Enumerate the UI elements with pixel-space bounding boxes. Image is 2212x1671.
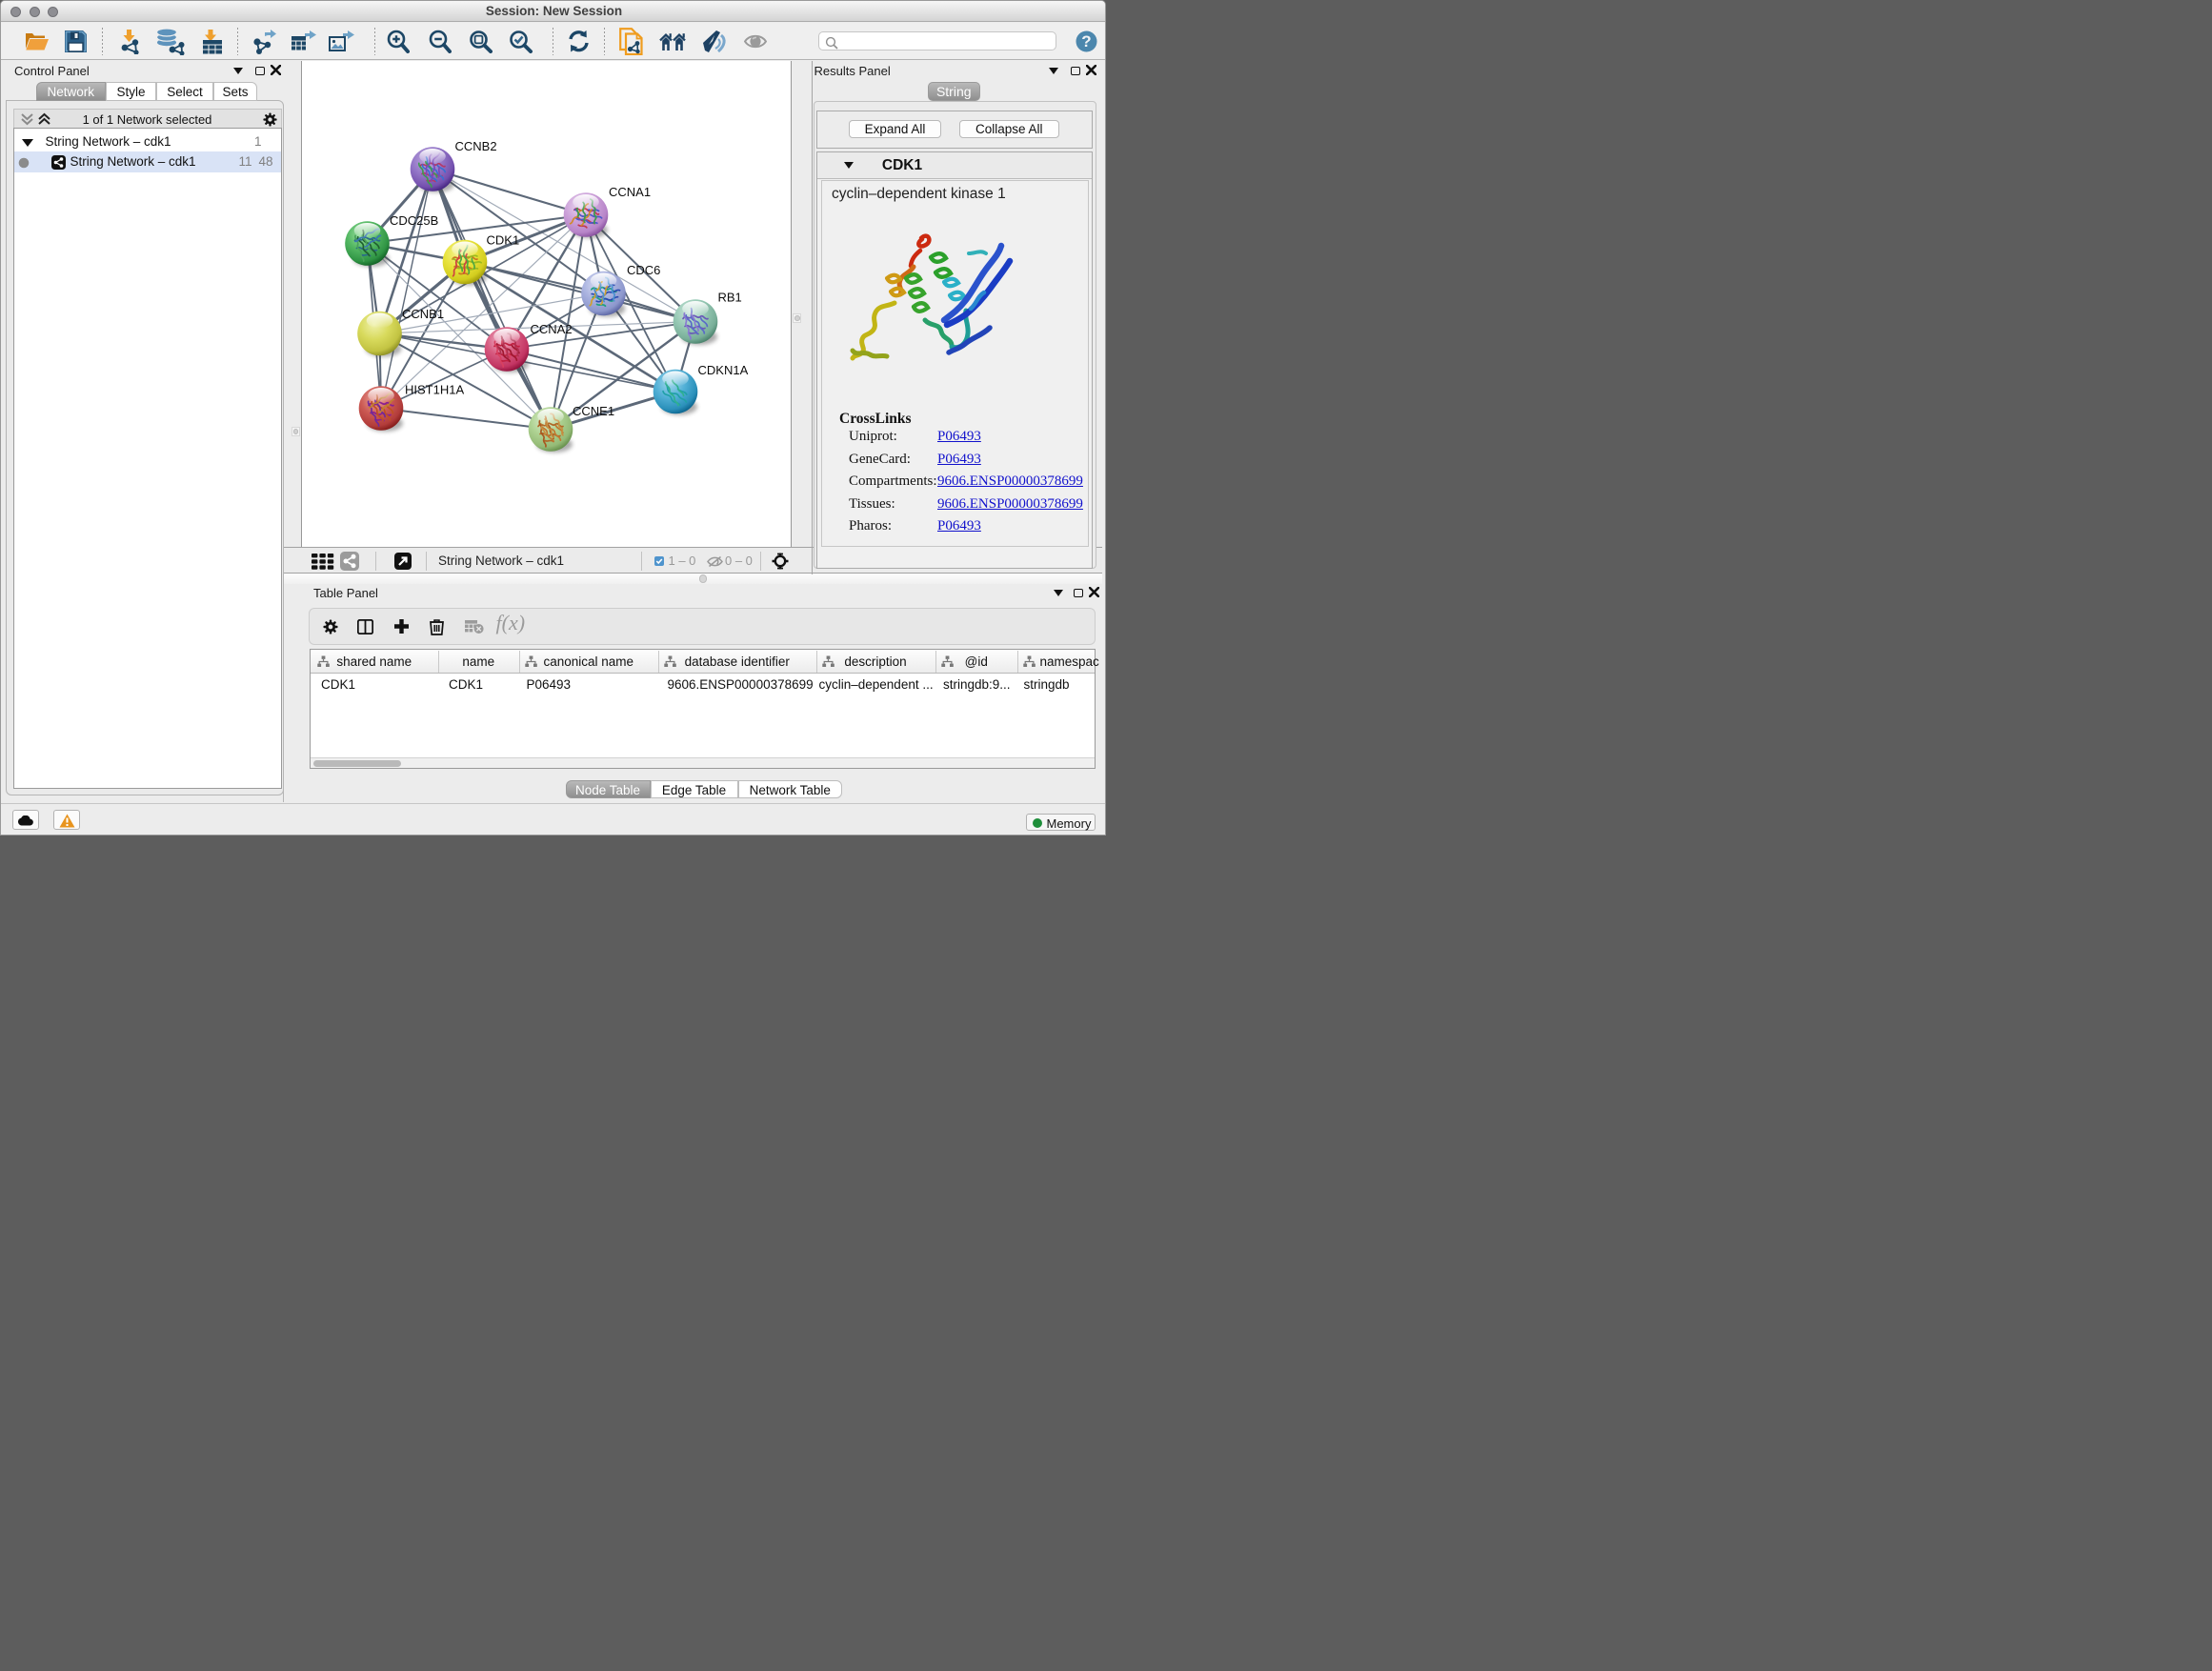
svg-text:CCNA2: CCNA2 bbox=[530, 322, 572, 336]
svg-text:CCNB1: CCNB1 bbox=[402, 307, 444, 321]
svg-text:CCNE1: CCNE1 bbox=[573, 404, 614, 418]
svg-text:RB1: RB1 bbox=[717, 290, 741, 304]
svg-text:HIST1H1A: HIST1H1A bbox=[405, 382, 464, 396]
svg-text:CDC25B: CDC25B bbox=[390, 213, 438, 228]
svg-text:CCNB2: CCNB2 bbox=[454, 139, 496, 153]
svg-text:CDK1: CDK1 bbox=[486, 232, 519, 247]
svg-text:CDC6: CDC6 bbox=[627, 263, 660, 277]
svg-text:CDKN1A: CDKN1A bbox=[697, 363, 748, 377]
svg-text:?: ? bbox=[1081, 32, 1091, 50]
svg-text:CCNA1: CCNA1 bbox=[609, 185, 651, 199]
